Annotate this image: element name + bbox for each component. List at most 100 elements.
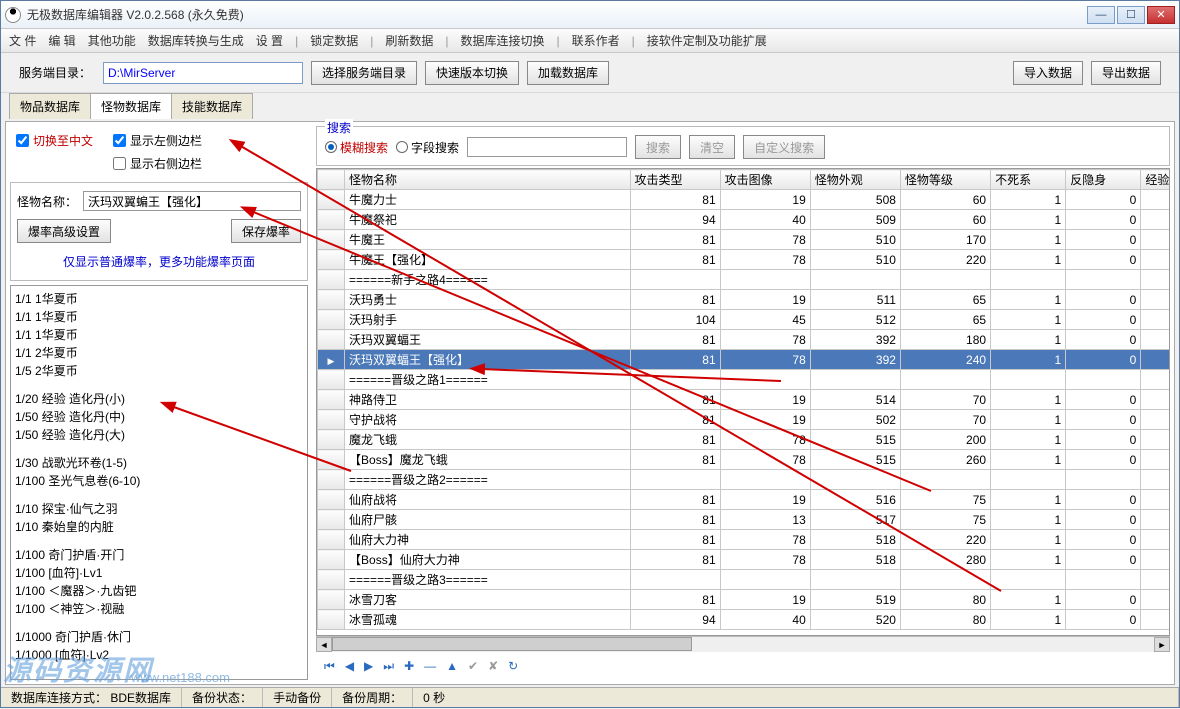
table-row[interactable]: 守护战将811950270103000300005 [318, 410, 1171, 430]
col-header[interactable]: 怪物名称 [345, 170, 630, 190]
fuzzy-radio[interactable]: 模糊搜索 [325, 139, 388, 156]
cell[interactable] [630, 470, 720, 490]
cell[interactable]: 1 [991, 250, 1066, 270]
cell[interactable]: 19 [720, 190, 810, 210]
cell-name[interactable]: ======晋级之路3====== [345, 570, 630, 590]
cell[interactable]: 510 [810, 230, 900, 250]
menu-item[interactable]: 编 辑 [48, 32, 75, 49]
cell[interactable] [720, 370, 810, 390]
cell[interactable]: 0 [1066, 350, 1141, 370]
import-button[interactable]: 导入数据 [1013, 61, 1083, 85]
cell[interactable] [1066, 370, 1141, 390]
cell-name[interactable]: 冰雪孤魂 [345, 610, 630, 630]
table-row[interactable]: 冰雪孤魂94405208010400040000 [318, 610, 1171, 630]
nav-prev-icon[interactable]: ◀ [345, 659, 354, 673]
cell[interactable]: 514 [810, 390, 900, 410]
cell[interactable]: 1 [991, 290, 1066, 310]
cell[interactable]: 0 [1066, 410, 1141, 430]
table-row[interactable]: ======晋级之路2====== [318, 470, 1171, 490]
export-button[interactable]: 导出数据 [1091, 61, 1161, 85]
cell[interactable]: 1 [991, 230, 1066, 250]
cell[interactable]: 392 [810, 350, 900, 370]
nav-add-icon[interactable]: ✚ [404, 659, 414, 673]
cell[interactable]: 19 [720, 390, 810, 410]
cell-name[interactable]: 冰雪刀客 [345, 590, 630, 610]
cell[interactable] [1141, 470, 1170, 490]
cell[interactable] [630, 570, 720, 590]
save-drop-button[interactable]: 保存爆率 [231, 219, 301, 243]
cell[interactable]: 80000 [1141, 330, 1170, 350]
cell[interactable]: 516 [810, 490, 900, 510]
cell[interactable]: 80 [900, 590, 990, 610]
cell-name[interactable]: 守护战将 [345, 410, 630, 430]
table-row[interactable]: 【Boss】魔龙飞蛾817851526010180000120000014 [318, 450, 1171, 470]
cell[interactable]: 1 [991, 490, 1066, 510]
cell[interactable]: 90000 [1141, 430, 1170, 450]
cell[interactable]: 392 [810, 330, 900, 350]
cell-name[interactable]: 沃玛双翼蝠王 [345, 330, 630, 350]
cell[interactable]: 3500 [1141, 490, 1170, 510]
cell[interactable]: 75 [900, 510, 990, 530]
cell[interactable]: 81 [630, 590, 720, 610]
cell-name[interactable]: 沃玛勇士 [345, 290, 630, 310]
table-row[interactable]: 牛魔王817851017010700004000008 [318, 230, 1171, 250]
cell[interactable]: 81 [630, 410, 720, 430]
cell-name[interactable]: 魔龙飞蛾 [345, 430, 630, 450]
table-row[interactable]: 冰雪刀客81195198010400040000 [318, 590, 1171, 610]
cell[interactable] [1141, 270, 1170, 290]
cell[interactable]: 78 [720, 530, 810, 550]
cell[interactable]: 0 [1066, 310, 1141, 330]
cell[interactable]: 511 [810, 290, 900, 310]
cell[interactable]: 517 [810, 510, 900, 530]
cell[interactable]: 94 [630, 210, 720, 230]
cell-name[interactable]: 【Boss】仙府大力神 [345, 550, 630, 570]
cell[interactable]: 0 [1066, 190, 1141, 210]
menu-item[interactable]: 联系作者 [572, 32, 620, 49]
cell[interactable]: 1 [991, 510, 1066, 530]
nav-next-icon[interactable]: ▶ [364, 659, 373, 673]
table-row[interactable]: 仙府尸骸811351775103500350006 [318, 510, 1171, 530]
cell[interactable] [1066, 270, 1141, 290]
cell[interactable]: 75 [900, 490, 990, 510]
search-input[interactable] [467, 137, 627, 157]
cell-name[interactable]: ======新手之路4====== [345, 270, 630, 290]
cell-name[interactable]: ======晋级之路1====== [345, 370, 630, 390]
cell[interactable] [900, 470, 990, 490]
cell[interactable]: 81 [630, 430, 720, 450]
clear-button[interactable]: 清空 [689, 135, 735, 159]
cell-name[interactable]: 仙府战将 [345, 490, 630, 510]
cell[interactable] [720, 470, 810, 490]
table-row[interactable]: 神路侍卫811951470103000300005 [318, 390, 1171, 410]
cell[interactable] [900, 570, 990, 590]
menu-item[interactable]: 设 置 [256, 32, 283, 49]
cell[interactable]: 78 [720, 250, 810, 270]
cell[interactable]: 518 [810, 530, 900, 550]
cell[interactable]: 100000 [1141, 530, 1170, 550]
tab-0[interactable]: 物品数据库 [9, 93, 91, 119]
cell-name[interactable]: 仙府尸骸 [345, 510, 630, 530]
cell[interactable]: 1 [991, 190, 1066, 210]
cell[interactable] [1141, 570, 1170, 590]
cell[interactable]: 1 [991, 590, 1066, 610]
cell[interactable]: 0 [1066, 450, 1141, 470]
cell[interactable]: 81 [630, 490, 720, 510]
nav-cancel-icon[interactable]: ✘ [488, 659, 498, 673]
col-header[interactable]: 攻击图像 [720, 170, 810, 190]
menu-item[interactable]: 文 件 [9, 32, 36, 49]
table-row[interactable]: 沃玛双翼蝠王【强化】817839224010160000100000014 [318, 350, 1171, 370]
table-row[interactable]: 【Boss】仙府大力神817851828010200000140000019 [318, 550, 1171, 570]
cell-name[interactable]: 神路侍卫 [345, 390, 630, 410]
load-db-button[interactable]: 加载数据库 [527, 61, 609, 85]
cell[interactable]: 1 [991, 450, 1066, 470]
nav-del-icon[interactable]: — [424, 659, 436, 673]
cell[interactable]: 260 [900, 450, 990, 470]
cell[interactable]: 0 [1066, 250, 1141, 270]
cell[interactable]: 81 [630, 190, 720, 210]
drop-list[interactable]: 1/1 1华夏币1/1 1华夏币1/1 1华夏币1/1 2华夏币1/5 2华夏币… [10, 285, 308, 680]
cell-name[interactable]: ======晋级之路2====== [345, 470, 630, 490]
cell[interactable]: 78 [720, 450, 810, 470]
cell[interactable]: 81 [630, 250, 720, 270]
cell[interactable]: 0 [1066, 230, 1141, 250]
nav-edit-icon[interactable]: ▲ [446, 659, 458, 673]
table-row[interactable]: ======晋级之路1====== [318, 370, 1171, 390]
